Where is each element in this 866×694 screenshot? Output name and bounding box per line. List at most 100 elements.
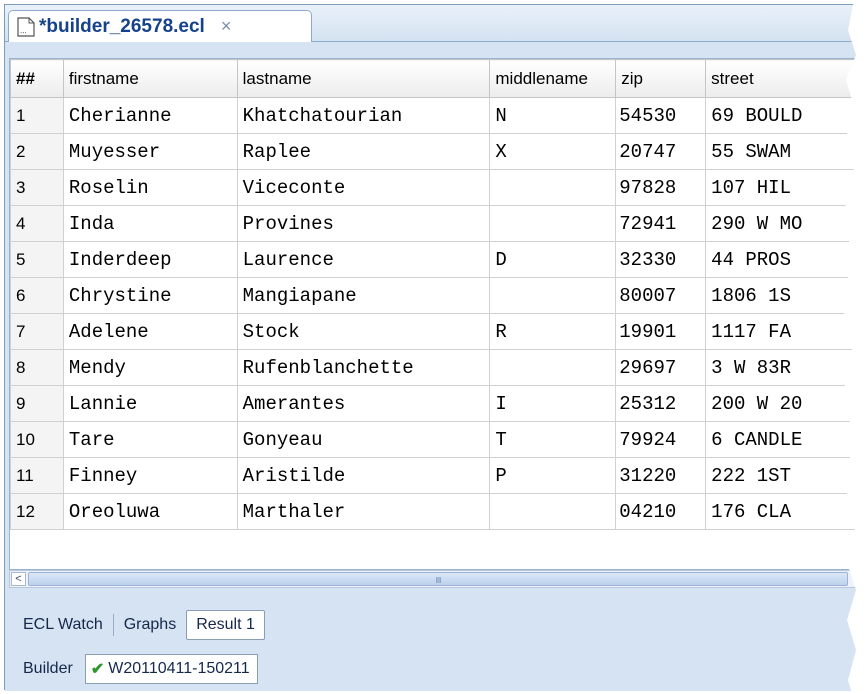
table-row[interactable]: 7 Adelene Stock R 19901 1117 FA <box>10 313 866 350</box>
cell-middlename[interactable] <box>489 349 617 386</box>
cell-zip[interactable]: 25312 <box>615 385 707 422</box>
cell-firstname[interactable]: Inderdeep <box>62 241 238 278</box>
cell-firstname[interactable]: Finney <box>62 457 238 494</box>
cell-rownum[interactable]: 2 <box>10 133 64 170</box>
cell-zip[interactable]: 20747 <box>615 133 707 170</box>
cell-lastname[interactable]: Raplee <box>236 133 491 170</box>
table-row[interactable]: 1 Cherianne Khatchatourian N 54530 69 BOULD <box>10 97 866 134</box>
tab-bar: ... *builder_26578.ecl × <box>5 5 866 42</box>
cell-lastname[interactable]: Laurence <box>236 241 491 278</box>
tab-ecl-watch[interactable]: ECL Watch <box>23 616 103 634</box>
horizontal-scrollbar[interactable]: < IIII <box>9 570 866 588</box>
table-row[interactable]: 8 Mendy Rufenblanchette 29697 3 W 83R <box>10 349 866 386</box>
close-icon[interactable]: × <box>221 16 232 37</box>
cell-lastname[interactable]: Gonyeau <box>236 421 491 458</box>
cell-middlename[interactable] <box>489 169 617 206</box>
column-header-zip[interactable]: zip <box>615 59 707 98</box>
column-header-rownum[interactable]: ## <box>10 59 64 98</box>
cell-zip[interactable]: 97828 <box>615 169 707 206</box>
cell-middlename[interactable] <box>489 205 617 242</box>
cell-firstname[interactable]: Tare <box>62 421 238 458</box>
cell-lastname[interactable]: Mangiapane <box>236 277 491 314</box>
cell-zip[interactable]: 80007 <box>615 277 707 314</box>
table-row[interactable]: 12 Oreoluwa Marthaler 04210 176 CLA <box>10 493 866 530</box>
cell-firstname[interactable]: Roselin <box>62 169 238 206</box>
cell-zip[interactable]: 72941 <box>615 205 707 242</box>
tab-result-1[interactable]: Result 1 <box>186 610 265 640</box>
cell-rownum[interactable]: 1 <box>10 97 64 134</box>
workunit-button[interactable]: ✔ W20110411-150211 <box>84 654 258 684</box>
cell-zip[interactable]: 79924 <box>615 421 707 458</box>
cell-firstname[interactable]: Mendy <box>62 349 238 386</box>
column-header-middlename[interactable]: middlename <box>489 59 617 98</box>
cell-zip[interactable]: 19901 <box>615 313 707 350</box>
cell-zip[interactable]: 31220 <box>615 457 707 494</box>
table-row[interactable]: 4 Inda Provines 72941 290 W MO <box>10 205 866 242</box>
table-row[interactable]: 10 Tare Gonyeau T 79924 6 CANDLE <box>10 421 866 458</box>
table-row[interactable]: 6 Chrystine Mangiapane 80007 1806 1S <box>10 277 866 314</box>
cell-lastname[interactable]: Viceconte <box>236 169 491 206</box>
cell-lastname[interactable]: Khatchatourian <box>236 97 491 134</box>
scroll-left-arrow-icon[interactable]: < <box>11 572 26 586</box>
tab-builder-file[interactable]: ... *builder_26578.ecl × <box>8 10 312 42</box>
table-row[interactable]: 9 Lannie Amerantes I 25312 200 W 20 <box>10 385 866 422</box>
column-header-firstname[interactable]: firstname <box>62 59 238 98</box>
cell-rownum[interactable]: 3 <box>10 169 64 206</box>
scroll-grip-icon: IIII <box>435 576 442 585</box>
column-header-lastname[interactable]: lastname <box>236 59 491 98</box>
cell-middlename[interactable]: P <box>489 457 617 494</box>
cell-middlename[interactable]: D <box>489 241 617 278</box>
cell-firstname[interactable]: Lannie <box>62 385 238 422</box>
tab-separator <box>112 614 114 636</box>
table-row[interactable]: 11 Finney Aristilde P 31220 222 1ST <box>10 457 866 494</box>
cell-firstname[interactable]: Cherianne <box>62 97 238 134</box>
tab-title: *builder_26578.ecl <box>39 15 205 37</box>
torn-edge <box>842 0 866 694</box>
cell-zip[interactable]: 04210 <box>615 493 707 530</box>
cell-middlename[interactable]: N <box>489 97 617 134</box>
cell-rownum[interactable]: 6 <box>10 277 64 314</box>
cell-firstname[interactable]: Chrystine <box>62 277 238 314</box>
result-tabs: ECL Watch Graphs Result 1 <box>23 610 265 640</box>
workunit-row: Builder ✔ W20110411-150211 <box>23 654 258 684</box>
cell-lastname[interactable]: Amerantes <box>236 385 491 422</box>
cell-zip[interactable]: 29697 <box>615 349 707 386</box>
result-grid: ## firstname lastname middlename zip str… <box>9 58 866 570</box>
cell-lastname[interactable]: Provines <box>236 205 491 242</box>
workunit-id: W20110411-150211 <box>108 660 250 677</box>
cell-middlename[interactable] <box>489 277 617 314</box>
cell-zip[interactable]: 54530 <box>615 97 707 134</box>
cell-rownum[interactable]: 12 <box>10 493 64 530</box>
cell-rownum[interactable]: 5 <box>10 241 64 278</box>
cell-rownum[interactable]: 8 <box>10 349 64 386</box>
cell-lastname[interactable]: Marthaler <box>236 493 491 530</box>
cell-rownum[interactable]: 9 <box>10 385 64 422</box>
cell-middlename[interactable]: X <box>489 133 617 170</box>
tab-graphs[interactable]: Graphs <box>124 616 176 634</box>
results-panel-footer: ECL Watch Graphs Result 1 Builder ✔ W201… <box>5 588 866 691</box>
cell-middlename[interactable] <box>489 493 617 530</box>
cell-firstname[interactable]: Muyesser <box>62 133 238 170</box>
cell-lastname[interactable]: Rufenblanchette <box>236 349 491 386</box>
checkmark-icon: ✔ <box>90 661 105 678</box>
table-row[interactable]: 3 Roselin Viceconte 97828 107 HIL <box>10 169 866 206</box>
cell-rownum[interactable]: 11 <box>10 457 64 494</box>
table-row[interactable]: 2 Muyesser Raplee X 20747 55 SWAM <box>10 133 866 170</box>
table-row[interactable]: 5 Inderdeep Laurence D 32330 44 PROS <box>10 241 866 278</box>
cell-rownum[interactable]: 10 <box>10 421 64 458</box>
cell-middlename[interactable]: R <box>489 313 617 350</box>
document-icon: ... <box>17 16 35 37</box>
cell-middlename[interactable]: T <box>489 421 617 458</box>
cell-firstname[interactable]: Adelene <box>62 313 238 350</box>
cell-rownum[interactable]: 7 <box>10 313 64 350</box>
ecl-editor-window: ... *builder_26578.ecl × ## firstname la… <box>4 4 866 691</box>
cell-zip[interactable]: 32330 <box>615 241 707 278</box>
cell-lastname[interactable]: Aristilde <box>236 457 491 494</box>
cell-middlename[interactable]: I <box>489 385 617 422</box>
scroll-thumb[interactable]: IIII <box>28 572 848 586</box>
cell-firstname[interactable]: Inda <box>62 205 238 242</box>
cell-rownum[interactable]: 4 <box>10 205 64 242</box>
cell-firstname[interactable]: Oreoluwa <box>62 493 238 530</box>
header-row: ## firstname lastname middlename zip str… <box>10 59 866 98</box>
cell-lastname[interactable]: Stock <box>236 313 491 350</box>
